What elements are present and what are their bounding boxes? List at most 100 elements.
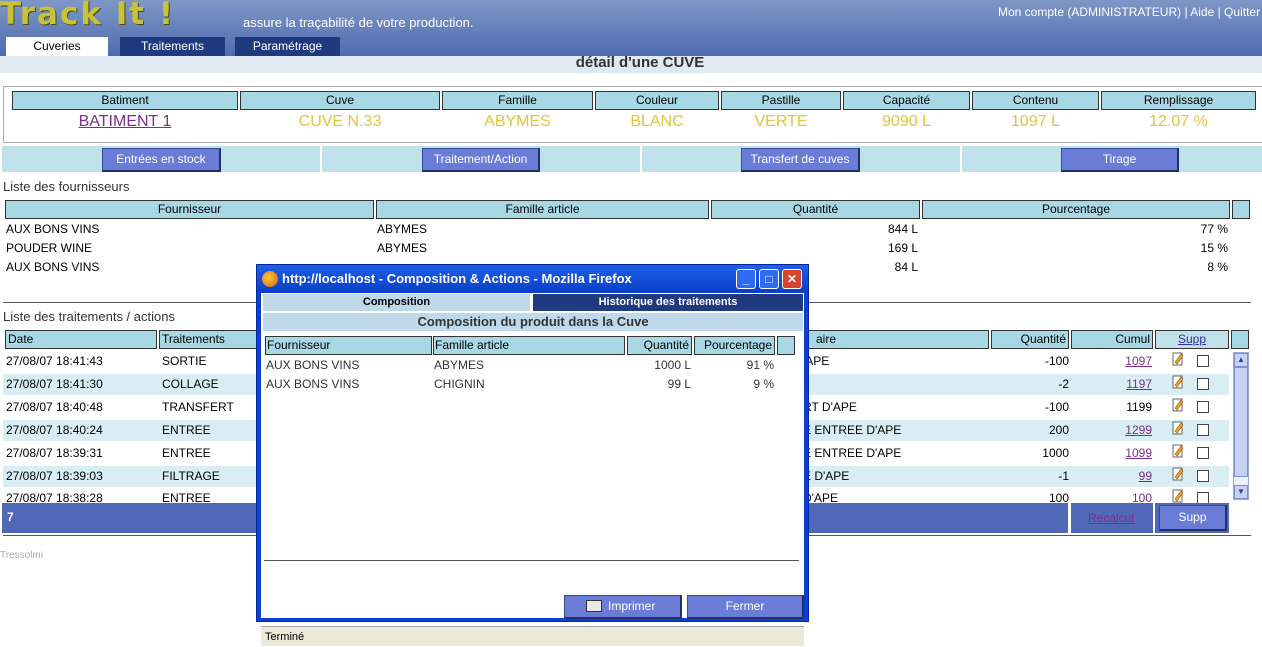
app-logo: Track It !	[0, 0, 176, 32]
entrees-stock-button[interactable]: Entrées en stock	[102, 148, 221, 172]
value-famille: ABYMES	[484, 113, 551, 130]
row-commentaire: E ENTREE D'APE	[803, 423, 902, 437]
row-commentaire: E ENTREE D'APE	[803, 446, 902, 460]
row-select-checkbox[interactable]	[1197, 355, 1209, 367]
value-couleur: BLANC	[630, 113, 684, 130]
row-date: 27/08/07 18:41:43	[6, 354, 103, 368]
value-pastille: VERTE	[754, 113, 808, 130]
traitements-title: Liste des traitements / actions	[3, 309, 175, 324]
tab-historique[interactable]: Historique des traitements	[533, 294, 803, 311]
row-quantite: -1	[1058, 469, 1069, 483]
edit-icon[interactable]	[1172, 467, 1184, 481]
fournisseurs-title: Liste des fournisseurs	[3, 179, 130, 194]
status-bar: Terminé	[261, 626, 804, 646]
fournisseur-name: AUX BONS VINS	[6, 222, 100, 236]
scroll-up-icon[interactable]: ▲	[1234, 353, 1248, 367]
row-cumul[interactable]: 1299	[1071, 423, 1152, 437]
row-date: 27/08/07 18:40:24	[6, 423, 103, 437]
row-cumul[interactable]: 1097	[1071, 354, 1152, 368]
col-quantite-traitement: Quantité	[991, 330, 1069, 349]
row-select-checkbox[interactable]	[1197, 378, 1209, 390]
edit-icon[interactable]	[1172, 489, 1184, 503]
row-select-checkbox[interactable]	[1197, 424, 1209, 436]
fournisseur-famille: ABYMES	[377, 241, 428, 255]
row-date: 27/08/07 18:39:03	[6, 469, 103, 483]
fournisseur-pourcentage: 77 %	[1200, 222, 1228, 236]
header-cuve: Cuve	[240, 91, 440, 110]
divider	[960, 146, 962, 172]
fermer-button[interactable]: Fermer	[687, 595, 804, 619]
row-commentaire: RT D'APE	[803, 400, 857, 414]
composition-title: Composition du produit dans la Cuve	[263, 313, 803, 331]
col-pourcentage: Pourcentage	[922, 200, 1230, 219]
col-supp[interactable]: Supp	[1155, 330, 1229, 349]
supp-button[interactable]: Supp	[1159, 505, 1227, 531]
row-cumul[interactable]: 1099	[1071, 446, 1152, 460]
firefox-icon	[262, 271, 278, 287]
close-icon[interactable]: ✕	[782, 269, 802, 289]
fournisseur-name: AUX BONS VINS	[6, 260, 100, 274]
row-quantite: -2	[1058, 377, 1069, 391]
row-cumul[interactable]: 1197	[1071, 377, 1152, 391]
composition-famille: CHIGNIN	[434, 377, 485, 391]
recalcul-link[interactable]: Recalcul	[1088, 511, 1134, 525]
row-quantite: 200	[1048, 423, 1069, 437]
composition-famille: ABYMES	[434, 358, 485, 372]
col-fournisseur: Fournisseur	[265, 336, 432, 355]
value-batiment[interactable]: BATIMENT 1	[12, 113, 238, 131]
tab-composition[interactable]: Composition	[263, 294, 530, 311]
edit-icon[interactable]	[1172, 444, 1184, 458]
minimize-icon[interactable]: _	[736, 269, 756, 289]
row-traitement: ENTREE	[162, 446, 211, 460]
row-select-checkbox[interactable]	[1197, 447, 1209, 459]
app-tagline: assure la traçabilité de votre productio…	[243, 15, 474, 30]
col-traitements: Traitements	[159, 330, 269, 349]
tirage-button[interactable]: Tirage	[1061, 148, 1179, 172]
value-contenu: 1097 L	[1011, 113, 1060, 130]
col-quantite: Quantité	[627, 336, 692, 355]
row-count: 7	[7, 510, 14, 524]
top-links[interactable]: Mon compte (ADMINISTRATEUR) | Aide | Qui…	[998, 5, 1260, 19]
header-famille: Famille	[442, 91, 593, 110]
fournisseur-famille: ABYMES	[377, 222, 428, 236]
composition-pourcentage: 9 %	[753, 377, 774, 391]
popup-titlebar[interactable]: http://localhost - Composition & Actions…	[257, 265, 808, 293]
scroll-down-icon[interactable]: ▼	[1234, 485, 1248, 499]
composition-quantite: 1000 L	[654, 358, 691, 372]
row-traitement: TRANSFERT	[162, 400, 234, 414]
divider	[640, 146, 642, 172]
row-date: 27/08/07 18:41:30	[6, 377, 103, 391]
edit-icon[interactable]	[1172, 352, 1184, 366]
popup-body: Composition Historique des traitements C…	[261, 293, 804, 646]
header-pastille: Pastille	[721, 91, 841, 110]
edit-icon[interactable]	[1172, 398, 1184, 412]
col-empty	[1232, 200, 1250, 219]
row-select-checkbox[interactable]	[1197, 470, 1209, 482]
composition-pourcentage: 91 %	[746, 358, 774, 372]
col-date: Date	[5, 330, 157, 349]
composition-fournisseur: AUX BONS VINS	[266, 377, 360, 391]
value-cuve: CUVE N.33	[298, 113, 382, 130]
col-cumul: Cumul	[1071, 330, 1153, 349]
divider	[320, 146, 322, 172]
edit-icon[interactable]	[1172, 375, 1184, 389]
traitement-action-button[interactable]: Traitement/Action	[422, 148, 540, 172]
transfert-cuves-button[interactable]: Transfert de cuves	[741, 148, 860, 172]
scroll-thumb[interactable]	[1234, 367, 1248, 477]
imprimer-label: Imprimer	[608, 599, 656, 613]
imprimer-button[interactable]: Imprimer	[564, 595, 682, 619]
col-pourcentage: Pourcentage	[694, 336, 775, 355]
table-scrollbar[interactable]: ▲ ▼	[1233, 352, 1249, 500]
maximize-icon[interactable]: □	[759, 269, 779, 289]
edit-icon[interactable]	[1172, 421, 1184, 435]
col-quantite: Quantité	[711, 200, 920, 219]
row-select-checkbox[interactable]	[1197, 401, 1209, 413]
composition-quantite: 99 L	[667, 377, 691, 391]
header-contenu: Contenu	[972, 91, 1099, 110]
row-traitement: COLLAGE	[162, 377, 219, 391]
header-batiment: Batiment	[12, 91, 238, 110]
col-commentaire: aire	[795, 330, 989, 349]
header-couleur: Couleur	[595, 91, 719, 110]
header-remplissage: Remplissage	[1101, 91, 1256, 110]
row-cumul[interactable]: 99	[1071, 469, 1152, 483]
